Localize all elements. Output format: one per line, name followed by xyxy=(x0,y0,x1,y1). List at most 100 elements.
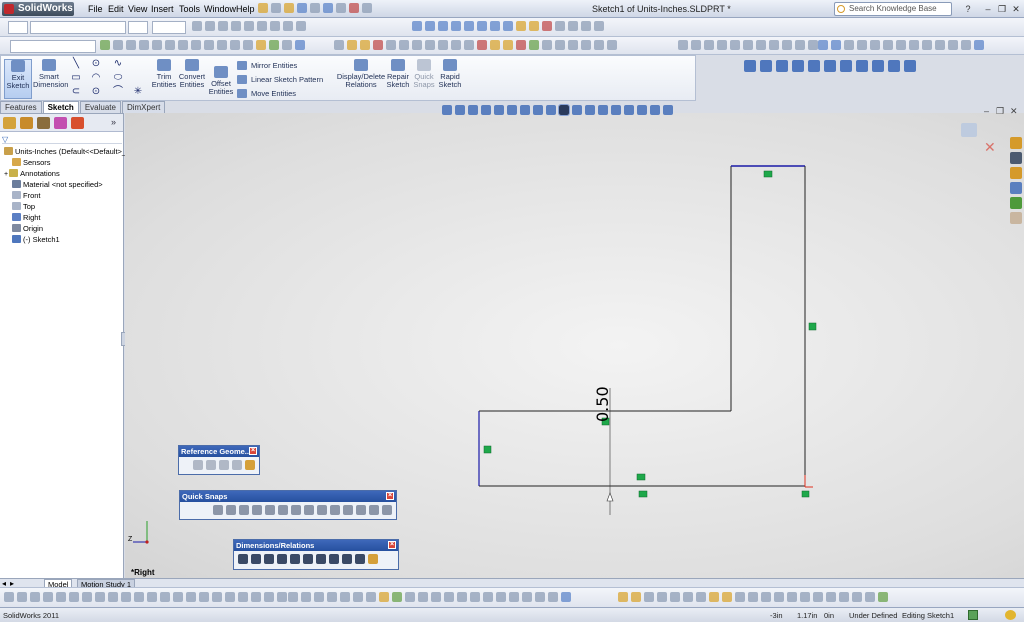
expand-tabs-icon[interactable]: » xyxy=(111,117,116,127)
close-button[interactable]: ✕ xyxy=(1010,3,1022,15)
tree-item-top[interactable]: Top xyxy=(12,202,35,212)
tool-icon[interactable] xyxy=(282,40,292,50)
reference-geometry-toolbar[interactable]: Reference Geome... × xyxy=(178,445,260,475)
tool-icon[interactable] xyxy=(756,40,766,50)
resources-icon[interactable] xyxy=(1010,137,1022,149)
repair-sketch-button[interactable]: Repair Sketch xyxy=(385,59,411,89)
tool-icon[interactable] xyxy=(386,40,396,50)
font-combo[interactable] xyxy=(30,21,126,34)
tool-icon[interactable] xyxy=(353,592,363,602)
align-left-icon[interactable] xyxy=(244,21,254,31)
view-icon[interactable] xyxy=(503,21,513,31)
align-center-icon[interactable] xyxy=(257,21,267,31)
print-icon[interactable] xyxy=(310,3,320,13)
tool-icon[interactable] xyxy=(251,592,261,602)
view-bottom-icon[interactable] xyxy=(840,60,852,72)
zoom-to-fit-icon[interactable] xyxy=(442,105,452,115)
tool-icon[interactable] xyxy=(56,592,66,602)
trimetric-icon[interactable] xyxy=(872,60,884,72)
view-icon[interactable] xyxy=(533,105,543,115)
length-snap-icon[interactable] xyxy=(356,505,366,515)
graphics-restore-button[interactable]: ❐ xyxy=(996,106,1004,117)
justify-icon[interactable] xyxy=(283,21,293,31)
isometric-icon[interactable] xyxy=(856,60,868,72)
tool-icon[interactable] xyxy=(277,592,287,602)
tool-icon[interactable] xyxy=(704,40,714,50)
close-icon[interactable]: × xyxy=(249,447,257,455)
tree-item-material[interactable]: Material <not specified> xyxy=(12,180,103,190)
propertymanager-tab-icon[interactable] xyxy=(20,117,33,129)
midpoint-snap-icon[interactable] xyxy=(239,505,249,515)
tool-icon[interactable] xyxy=(69,592,79,602)
arc-tool-icon[interactable]: ◠ xyxy=(89,72,103,84)
tool-icon[interactable] xyxy=(961,40,971,50)
view-icon[interactable] xyxy=(520,105,530,115)
tool-icon[interactable] xyxy=(366,592,376,602)
relation-icon[interactable] xyxy=(542,21,552,31)
tool-icon[interactable] xyxy=(173,592,183,602)
tool-icon[interactable] xyxy=(347,40,357,50)
tool-icon[interactable] xyxy=(568,40,578,50)
tool-icon[interactable] xyxy=(288,592,298,602)
rectangle-tool-icon[interactable]: ▭ xyxy=(69,72,83,84)
open-icon[interactable] xyxy=(284,3,294,13)
hide-show-icon[interactable] xyxy=(637,105,647,115)
tool-icon[interactable] xyxy=(743,40,753,50)
tool-icon[interactable] xyxy=(108,592,118,602)
tool-icon[interactable] xyxy=(878,592,888,602)
coincident-relation-icon[interactable] xyxy=(801,490,810,498)
tool-icon[interactable] xyxy=(212,592,222,602)
tool-icon[interactable] xyxy=(334,40,344,50)
quick-snaps-toolbar[interactable]: Quick Snaps × xyxy=(179,490,397,520)
path-length-icon[interactable] xyxy=(316,554,326,564)
tool-icon[interactable] xyxy=(657,592,667,602)
cancel-sketch-corner-icon[interactable]: ✕ xyxy=(984,139,996,156)
expand-icon[interactable]: + xyxy=(4,171,8,178)
solidworks-logo[interactable]: SolidWorks xyxy=(2,2,74,16)
tool-icon[interactable] xyxy=(542,40,552,50)
view-icon[interactable] xyxy=(451,21,461,31)
dimetric-icon[interactable] xyxy=(888,60,900,72)
point-snap-icon[interactable] xyxy=(213,505,223,515)
center-snap-icon[interactable] xyxy=(226,505,236,515)
view-icon[interactable] xyxy=(494,105,504,115)
tool-icon[interactable] xyxy=(581,21,591,31)
design-library-icon[interactable] xyxy=(1010,152,1022,164)
tool-icon[interactable] xyxy=(670,592,680,602)
tree-filter[interactable]: ▽ xyxy=(2,134,122,144)
view-back-icon[interactable] xyxy=(776,60,788,72)
tool-icon[interactable] xyxy=(139,40,149,50)
pin-icon[interactable] xyxy=(258,3,268,13)
tab-sketch[interactable]: Sketch xyxy=(42,101,79,113)
tool-icon[interactable] xyxy=(269,40,279,50)
circle-tool-icon[interactable]: ⊙ xyxy=(89,58,103,70)
tool-icon[interactable] xyxy=(243,40,253,50)
tool-icon[interactable] xyxy=(126,40,136,50)
graphics-minimize-button[interactable]: – xyxy=(984,106,989,116)
tab-dimxpert[interactable]: DimXpert xyxy=(121,101,166,113)
view-front-icon[interactable] xyxy=(760,60,772,72)
tool-icon[interactable] xyxy=(152,40,162,50)
tool-icon[interactable] xyxy=(100,40,110,50)
tool-icon[interactable] xyxy=(852,592,862,602)
angle-snap-icon[interactable] xyxy=(382,505,392,515)
view-orientation-icon[interactable] xyxy=(904,60,916,72)
tool-icon[interactable] xyxy=(160,592,170,602)
tool-icon[interactable] xyxy=(935,40,945,50)
tool-icon[interactable] xyxy=(594,21,604,31)
featuremanager-tab-icon[interactable] xyxy=(3,117,16,129)
perpendicular-snap-icon[interactable] xyxy=(304,505,314,515)
display-delete-relations-button[interactable]: Display/Delete Relations xyxy=(335,59,387,89)
tree-item-origin[interactable]: Origin xyxy=(12,224,43,234)
tool-icon[interactable] xyxy=(256,40,266,50)
spline-tool-icon[interactable]: ∿ xyxy=(111,58,125,70)
displaymanager-tab-icon[interactable] xyxy=(71,117,84,129)
underline-icon[interactable] xyxy=(218,21,228,31)
tree-item-sketch1[interactable]: (-) Sketch1 xyxy=(12,235,60,245)
view-icon[interactable] xyxy=(585,105,595,115)
tool-icon[interactable] xyxy=(147,592,157,602)
tool-icon[interactable] xyxy=(774,592,784,602)
tool-icon[interactable] xyxy=(631,592,641,602)
tree-root[interactable]: Units-Inches (Default<<Default>_F xyxy=(4,147,131,157)
tool-icon[interactable] xyxy=(607,40,617,50)
